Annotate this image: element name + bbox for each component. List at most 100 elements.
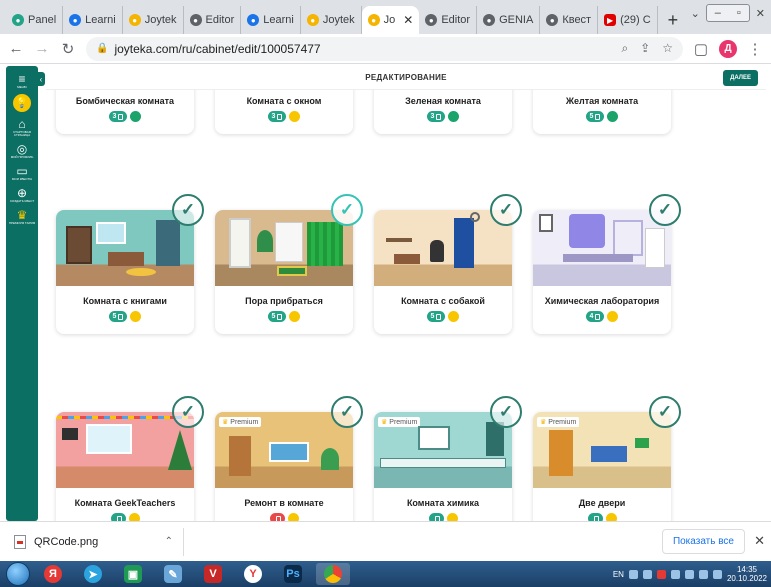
scenes-count-badge: 3 <box>426 111 446 122</box>
favicon-icon: ● <box>546 14 559 26</box>
room-card[interactable]: Пора прибраться 5 <box>215 210 353 334</box>
lightbulb-icon[interactable]: 💡 <box>13 94 31 112</box>
omnibox-actions: ⌕ ⇪ ☆ <box>621 41 673 56</box>
favicon-icon: ● <box>189 14 202 26</box>
close-downloads-icon[interactable]: ✕ <box>754 533 765 549</box>
start-button[interactable] <box>6 562 30 586</box>
tab-active[interactable]: ● Jo ✕ <box>361 6 420 34</box>
bookmark-star-icon[interactable]: ☆ <box>662 41 673 56</box>
tab-9[interactable]: ● GENIA <box>477 6 541 34</box>
room-card[interactable]: Желтая комната 5 <box>533 90 671 134</box>
room-card[interactable]: Комната GeekTeachers <box>56 412 194 521</box>
select-check-icon[interactable]: ✓ <box>649 396 681 428</box>
room-card[interactable]: Комната с окном 3 <box>215 90 353 134</box>
profile-avatar[interactable]: Д <box>719 39 737 58</box>
minimize-icon[interactable]: – <box>715 7 721 19</box>
new-tab-button[interactable]: + <box>658 6 689 34</box>
forward-icon[interactable]: → <box>34 40 50 57</box>
side-panel-icon[interactable]: ▢ <box>693 40 709 58</box>
reload-icon[interactable]: ↻ <box>60 40 76 58</box>
language-indicator[interactable]: EN <box>613 570 624 579</box>
select-check-icon[interactable]: ✓ <box>331 396 363 428</box>
sidebar-collapse-icon[interactable]: ‹ <box>37 72 45 86</box>
select-check-icon[interactable]: ✓ <box>649 194 681 226</box>
favicon-icon: ● <box>306 14 319 26</box>
room-card[interactable]: Зеленая комната 3 <box>374 90 512 134</box>
sidebar-item-menu[interactable]: ≡ МЕНЮ <box>17 72 27 89</box>
room-badges <box>56 513 194 521</box>
paint-icon: ✎ <box>164 565 182 583</box>
back-icon[interactable]: ← <box>8 40 24 57</box>
sidebar-item-premium[interactable]: ♛ ПРЕМИУМ ТАРИФ <box>9 208 35 225</box>
tray-icon[interactable] <box>642 569 652 579</box>
file-icon <box>14 534 26 549</box>
sidebar-item-quests[interactable]: ▭ МОИ КВЕСТЫ <box>12 164 32 181</box>
yandex-browser-icon: Я <box>44 565 62 583</box>
taskbar-app-telegram[interactable]: ➤ <box>76 563 110 585</box>
url-field[interactable]: 🔒 joyteka.com/ru/cabinet/edit/100057477 … <box>86 36 683 61</box>
tray-icon[interactable] <box>670 569 680 579</box>
taskbar-app-paint[interactable]: ✎ <box>156 563 190 585</box>
select-check-icon[interactable]: ✓ <box>490 396 522 428</box>
document-icon <box>118 313 124 320</box>
close-tab-icon[interactable]: ✕ <box>403 13 413 27</box>
tab-3[interactable]: ● Joytek <box>123 6 184 34</box>
select-check-icon[interactable]: ✓ <box>490 194 522 226</box>
volume-icon[interactable] <box>712 569 722 579</box>
downloads-bar: QRCode.png ⌃ Показать все ✕ <box>0 521 771 561</box>
room-card[interactable]: Комната с собакой 5 <box>374 210 512 334</box>
tab-10[interactable]: ● Квест <box>540 6 599 34</box>
tray-icon[interactable] <box>684 569 694 579</box>
room-card[interactable]: Бомбическая комната 3 <box>56 90 194 134</box>
taskbar-app-classroom[interactable]: ▣ <box>116 563 150 585</box>
tray-icon[interactable] <box>656 569 666 579</box>
room-card[interactable]: ♛ Premium Ремонт в комнате <box>215 412 353 521</box>
document-icon <box>595 113 601 120</box>
close-window-icon[interactable]: ✕ <box>756 7 765 20</box>
sidebar-item-create[interactable]: ⊕ СОЗДАТЬ КВЕСТ <box>10 186 34 203</box>
tab-4[interactable]: ● Editor <box>184 6 242 34</box>
taskbar-app-vk[interactable]: V <box>196 563 230 585</box>
room-card[interactable]: Химическая лаборатория 4 <box>533 210 671 334</box>
taskbar-app-yandex-y[interactable]: Y <box>236 563 270 585</box>
clock[interactable]: 14:35 20.10.2022 <box>727 565 767 583</box>
photoshop-icon: Ps <box>284 565 302 583</box>
select-check-icon[interactable]: ✓ <box>172 396 204 428</box>
share-icon[interactable]: ⇪ <box>640 41 650 56</box>
tab-11[interactable]: ▶ (29) C <box>598 6 658 34</box>
taskbar-app-chrome[interactable] <box>316 563 350 585</box>
show-all-button[interactable]: Показать все <box>661 529 745 554</box>
select-check-icon[interactable]: ✓ <box>172 194 204 226</box>
sidebar-item-start[interactable]: ⌂ СТАРТОВАЯ СТРАНИЦА <box>6 117 38 137</box>
room-card[interactable]: ♛ Premium Комната химика <box>374 412 512 521</box>
network-icon[interactable] <box>698 569 708 579</box>
next-button[interactable]: ДАЛЕЕ <box>723 70 758 86</box>
zoom-icon[interactable]: ⌕ <box>621 41 628 56</box>
sidebar-item-profile[interactable]: ◎ МОЙ ПРОФИЛЬ <box>11 142 34 159</box>
window-buttons: – ▫ <box>705 4 750 22</box>
tab-2[interactable]: ● Learni <box>63 6 123 34</box>
room-badges: 3 <box>56 111 194 122</box>
tab-5[interactable]: ● Learni <box>241 6 301 34</box>
room-card[interactable]: ♛ Premium Две двери <box>533 412 671 521</box>
taskbar-app-yandex[interactable]: Я <box>36 563 70 585</box>
sidebar: ‹ ≡ МЕНЮ 💡 ⌂ СТАРТОВАЯ СТРАНИЦА ◎ МОЙ ПРОФИ… <box>6 66 45 521</box>
favicon-icon: ● <box>128 14 141 26</box>
tab-search-icon[interactable]: ⌄ <box>691 7 700 20</box>
taskbar-app-photoshop[interactable]: Ps <box>276 563 310 585</box>
tab-8[interactable]: ● Editor <box>419 6 478 34</box>
plus-circle-icon: ⊕ <box>16 186 28 200</box>
chevron-up-icon[interactable]: ⌃ <box>165 536 173 547</box>
tab-6[interactable]: ● Joytek <box>301 6 362 34</box>
tab-1[interactable]: ● Panel <box>6 6 64 34</box>
room-preview-image: ♛ Premium <box>374 412 512 488</box>
favicon-icon: ● <box>69 14 82 26</box>
tray-icon[interactable] <box>628 569 638 579</box>
room-badges: 3 <box>215 111 353 122</box>
download-item[interactable]: QRCode.png ⌃ <box>14 527 184 556</box>
selected-check-icon[interactable]: ✓ <box>331 194 363 226</box>
maximize-icon[interactable]: ▫ <box>737 7 741 19</box>
difficulty-dot <box>287 513 299 521</box>
room-card[interactable]: Комната с книгами 5 <box>56 210 194 334</box>
browser-menu-icon[interactable]: ⋮ <box>747 40 763 58</box>
